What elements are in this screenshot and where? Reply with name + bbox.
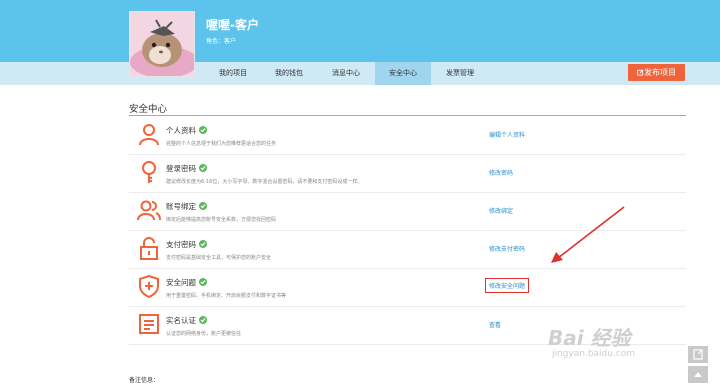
row-title-text: 登录密码: [166, 164, 196, 173]
tab-message-center[interactable]: 消息中心: [317, 62, 375, 85]
row-title-text: 个人资料: [166, 126, 196, 135]
security-row-payment-password: 支付密码 支付密码是基础安全工具，可保护您的账户安全 修改支付密码: [129, 230, 686, 269]
row-description: 用于重置密码、手机绑定、开启余额支付和数字证书等: [166, 293, 287, 299]
check-icon: [199, 240, 207, 248]
tab-my-projects[interactable]: 我的项目: [205, 62, 261, 85]
view-verification-link[interactable]: 查看: [489, 320, 501, 329]
row-title: 支付密码: [166, 239, 207, 250]
users-icon: [137, 200, 161, 221]
user-role: 角色：客户: [206, 38, 237, 45]
security-row-account-binding: 账号绑定 绑定后能够提高您账号安全系数，方便您找回密码 修改绑定: [129, 192, 686, 231]
watermark-logo: Bai 经验: [548, 326, 631, 350]
row-title: 账号绑定: [166, 201, 207, 212]
check-icon: [199, 316, 207, 324]
row-description: 支付密码是基础安全工具，可保护您的账户安全: [166, 255, 272, 261]
change-binding-link[interactable]: 修改绑定: [489, 206, 513, 215]
avatar[interactable]: [129, 11, 195, 77]
profile-banner: [0, 0, 720, 62]
check-icon: [199, 278, 207, 286]
row-title: 实名认证: [166, 315, 207, 326]
row-description: 认证您的网络身份，账户更被信任: [166, 331, 242, 337]
lock-icon: [140, 237, 158, 260]
publish-project-button[interactable]: 发布项目: [628, 64, 685, 81]
tab-my-wallet[interactable]: 我的钱包: [261, 62, 317, 85]
remarks-label: 备注信息：: [129, 377, 160, 384]
row-title-text: 账号绑定: [166, 202, 196, 211]
row-title: 安全问题: [166, 277, 207, 288]
watermark-url: jingyan.baidu.com: [552, 349, 636, 359]
person-icon: [139, 124, 159, 146]
caret-up-icon: [694, 372, 702, 377]
share-button[interactable]: [688, 346, 708, 363]
change-password-link[interactable]: 修改密码: [489, 168, 513, 177]
shield-icon: [139, 274, 159, 298]
security-row-profile: 个人资料 完整的个人信息便于我们为您推荐更适合您的任务 编辑个人资料: [129, 116, 686, 155]
row-title: 个人资料: [166, 125, 207, 136]
publish-project-label: 发布项目: [644, 68, 676, 77]
change-security-question-link[interactable]: 修改安全问题: [485, 278, 530, 293]
check-icon: [199, 164, 207, 172]
row-title-text: 支付密码: [166, 240, 196, 249]
page-title: 安全中心: [129, 104, 168, 115]
row-title: 登录密码: [166, 163, 207, 174]
tab-invoice-management[interactable]: 发票管理: [431, 62, 489, 85]
security-row-login-password: 登录密码 建议修改长度为6-16位，大小写字母、数字混合设置密码，请不要和支付密…: [129, 154, 686, 193]
row-title-text: 实名认证: [166, 316, 196, 325]
key-icon: [142, 161, 156, 183]
row-description: 完整的个人信息便于我们为您推荐更适合您的任务: [166, 141, 277, 147]
change-payment-password-link[interactable]: 修改支付密码: [489, 244, 525, 253]
edit-profile-link[interactable]: 编辑个人资料: [489, 130, 525, 139]
edit-icon: [637, 69, 644, 76]
user-name: 喔喔-客户: [206, 18, 259, 32]
security-row-security-question: 安全问题 用于重置密码、手机绑定、开启余额支付和数字证书等 修改安全问题: [129, 268, 686, 307]
id-card-icon: [139, 314, 159, 334]
avatar-hamster-image: [130, 12, 194, 76]
share-icon: [693, 349, 703, 360]
tab-security-center[interactable]: 安全中心: [375, 62, 431, 85]
check-icon: [199, 126, 207, 134]
row-title-text: 安全问题: [166, 278, 196, 287]
back-to-top-button[interactable]: [688, 366, 708, 383]
row-description: 绑定后能够提高您账号安全系数，方便您找回密码: [166, 217, 277, 223]
check-icon: [199, 202, 207, 210]
row-description: 建议修改长度为6-16位，大小写字母、数字混合设置密码，请不要和支付密码设成一样…: [166, 179, 363, 185]
